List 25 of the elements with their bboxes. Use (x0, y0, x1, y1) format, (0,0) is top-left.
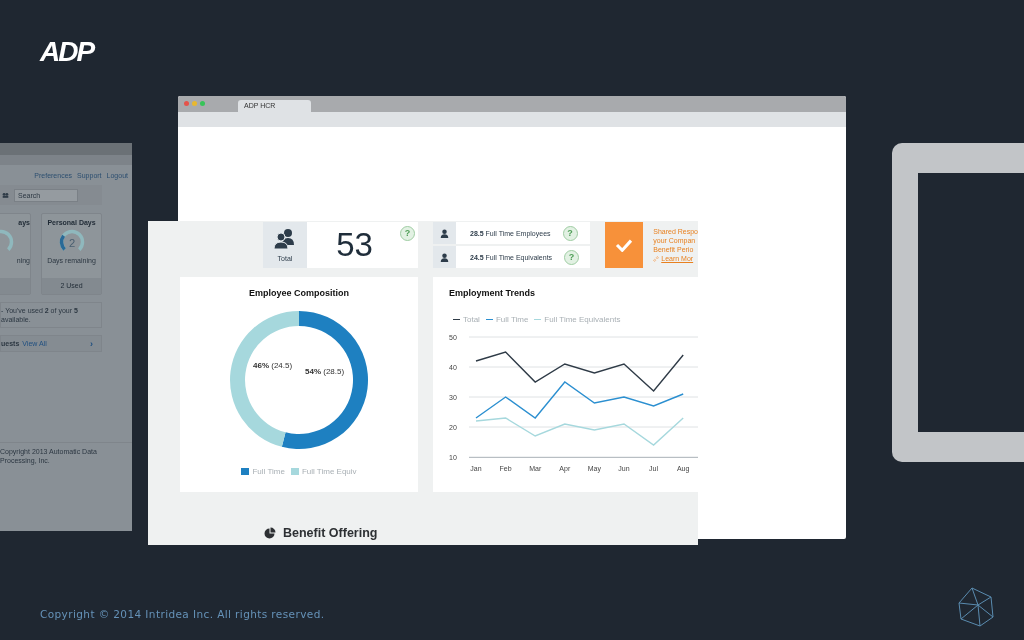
window-control-dot[interactable] (184, 101, 189, 106)
window-control-dot[interactable] (192, 101, 197, 106)
checkmark-icon (615, 238, 634, 252)
legend-label: Total (463, 315, 480, 324)
gem-logo-icon (958, 587, 994, 627)
help-icon[interactable]: ? (562, 225, 578, 241)
legend-label: Full Time Equivalents (544, 315, 621, 324)
help-icon[interactable]: ? (400, 226, 415, 241)
person-icon (440, 252, 449, 262)
legend-label: Full Time (495, 315, 529, 324)
legend-label: Full Time Equiv (301, 467, 357, 476)
total-count: 53 (336, 226, 373, 264)
window-control-dot[interactable] (200, 101, 205, 106)
copyright-text: Copyright © 2014 Intridea Inc. All rights reserved. (40, 608, 325, 620)
pie-chart-icon (264, 527, 276, 539)
person-icon (440, 228, 449, 238)
chart-title: Employment Trends (449, 288, 537, 298)
slice-label: 46% (24.5) (253, 361, 293, 370)
legend-label: Full Time (252, 467, 285, 476)
adp-logo: ADP (40, 36, 94, 68)
help-icon[interactable]: ? (564, 249, 580, 265)
chevron-icon[interactable]: › (90, 338, 93, 349)
slice-label: 54% (28.5) (305, 367, 345, 376)
chart-title: Employee Composition (249, 288, 349, 298)
section-title: Benefit Offering (283, 526, 378, 540)
